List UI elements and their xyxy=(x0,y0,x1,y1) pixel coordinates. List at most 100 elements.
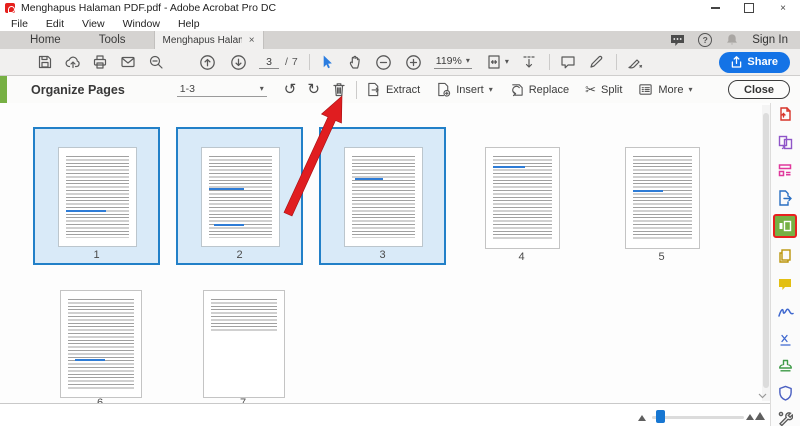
tabbar-right-group: ? Sign In xyxy=(670,33,788,47)
tools-sidebar xyxy=(770,103,800,426)
tab-document-label: Menghapus Halam... xyxy=(162,34,242,46)
tab-tools[interactable]: Tools xyxy=(87,34,138,46)
request-signatures-tool[interactable] xyxy=(776,330,794,348)
vertical-scrollbar[interactable] xyxy=(762,105,770,401)
zoom-in-icon[interactable] xyxy=(405,54,422,71)
search-icon[interactable] xyxy=(148,54,164,70)
page-link-line xyxy=(633,190,663,192)
comment-bubble-icon xyxy=(779,278,791,290)
collapse-chevron-icon[interactable] xyxy=(758,393,767,399)
pencil-tool-icon[interactable] xyxy=(588,54,604,70)
organize-divider xyxy=(355,80,357,99)
range-caret-icon: ▾ xyxy=(259,83,264,93)
select-tool-icon[interactable] xyxy=(319,54,334,70)
insert-button[interactable]: Insert ▾ xyxy=(436,82,493,97)
menu-bar: File Edit View Window Help xyxy=(0,16,800,31)
sign-in-button[interactable]: Sign In xyxy=(752,34,788,46)
more-tools[interactable] xyxy=(776,409,794,426)
zoom-out-icon[interactable] xyxy=(375,54,392,71)
page-link-line xyxy=(75,359,105,361)
send-for-review-tool[interactable] xyxy=(776,357,794,375)
bell-icon[interactable] xyxy=(725,33,739,47)
tab-bar: Home Tools Menghapus Halam... × ? Sign I… xyxy=(0,31,800,49)
page-text xyxy=(352,156,415,238)
annotation-arrow xyxy=(283,95,343,217)
tools-wrench-icon xyxy=(778,411,793,426)
comment-tool-sidebar[interactable] xyxy=(776,275,794,293)
copy-pages-icon xyxy=(779,249,791,263)
sign-tool-icon[interactable] xyxy=(627,54,644,70)
next-page-icon[interactable] xyxy=(230,54,247,71)
upload-cloud-icon[interactable] xyxy=(65,54,81,70)
zoom-level-field[interactable]: 119% ▾ xyxy=(433,55,472,69)
minimize-button[interactable] xyxy=(698,0,732,16)
maximize-button[interactable] xyxy=(732,0,766,16)
page-separator: / xyxy=(285,56,288,68)
fill-sign-icon xyxy=(777,308,794,317)
toolbar-divider xyxy=(615,54,617,70)
page-preview xyxy=(201,147,280,247)
protect-pdf-tool[interactable] xyxy=(776,384,794,402)
page-fit-control[interactable]: ▾ xyxy=(486,54,509,70)
print-icon[interactable] xyxy=(92,54,108,70)
tool-accent-bar xyxy=(0,76,7,103)
menu-edit[interactable]: Edit xyxy=(37,18,73,30)
tab-document[interactable]: Menghapus Halam... × xyxy=(153,31,264,49)
insert-label: Insert xyxy=(456,83,484,96)
close-window-button[interactable]: × xyxy=(766,0,800,16)
page-range-dropdown[interactable]: 1-3 ▾ xyxy=(176,83,267,97)
notifications-comment-icon[interactable] xyxy=(670,34,685,47)
save-icon[interactable] xyxy=(37,54,53,70)
tab-home[interactable]: Home xyxy=(18,34,73,46)
page-link-line xyxy=(214,224,244,226)
menu-window[interactable]: Window xyxy=(114,18,169,30)
replace-label: Replace xyxy=(528,83,570,96)
scroll-mode-icon[interactable] xyxy=(521,54,537,70)
create-pdf-icon xyxy=(780,107,791,121)
menu-help[interactable]: Help xyxy=(169,18,209,30)
previous-page-icon[interactable] xyxy=(199,54,216,71)
more-label: More xyxy=(658,83,684,96)
hand-tool-icon[interactable] xyxy=(347,54,363,70)
organize-pages-icon xyxy=(779,220,792,232)
help-icon[interactable]: ? xyxy=(698,33,713,47)
acrobat-window: Menghapus Halaman PDF.pdf - Adobe Acroba… xyxy=(0,0,800,426)
page-preview xyxy=(344,147,423,247)
split-button[interactable]: ✂ Split xyxy=(585,82,622,98)
share-label: Share xyxy=(747,56,778,68)
thumbnail-zoom-out-button[interactable] xyxy=(638,415,646,421)
comment-tool-icon[interactable] xyxy=(560,54,576,70)
extract-button[interactable]: Extract xyxy=(366,82,420,97)
combine-files-tool[interactable] xyxy=(776,133,794,151)
page-link-line xyxy=(493,166,525,168)
thumbnail-zoom-in-button[interactable] xyxy=(746,412,765,420)
share-button[interactable]: Share xyxy=(719,51,790,73)
page-number-input[interactable]: 3 xyxy=(259,56,279,69)
slider-handle[interactable] xyxy=(656,410,665,423)
minimize-icon xyxy=(710,7,720,9)
tab-close-icon[interactable]: × xyxy=(249,35,255,46)
page-thumbnail-6[interactable] xyxy=(60,290,142,398)
create-pdf-tool[interactable] xyxy=(776,105,794,123)
copy-pages-tool[interactable] xyxy=(776,247,794,265)
more-button[interactable]: More ▾ xyxy=(638,82,692,97)
page-thumbnail-7[interactable] xyxy=(203,290,285,398)
email-icon[interactable] xyxy=(120,54,136,70)
page-thumbnail-5[interactable] xyxy=(625,147,700,249)
scrollbar-thumb[interactable] xyxy=(763,113,769,388)
menu-file[interactable]: File xyxy=(2,18,37,30)
edit-pdf-tool[interactable] xyxy=(776,161,794,179)
menu-view[interactable]: View xyxy=(73,18,114,30)
thumbnail-size-slider[interactable] xyxy=(652,416,744,419)
close-tool-button[interactable]: Close xyxy=(728,80,790,99)
big-mountain-icon xyxy=(755,412,765,420)
export-pdf-tool[interactable] xyxy=(776,189,794,207)
share-icon xyxy=(732,56,742,68)
acrobat-logo-icon xyxy=(5,3,15,13)
page-thumbnail-1-selected[interactable]: 1 xyxy=(33,127,160,265)
insert-caret-icon: ▾ xyxy=(488,84,493,94)
fill-sign-tool[interactable] xyxy=(776,303,794,321)
replace-button[interactable]: Replace xyxy=(509,82,569,97)
page-thumbnail-4[interactable] xyxy=(485,147,560,249)
organize-pages-tool-active[interactable] xyxy=(773,214,797,238)
